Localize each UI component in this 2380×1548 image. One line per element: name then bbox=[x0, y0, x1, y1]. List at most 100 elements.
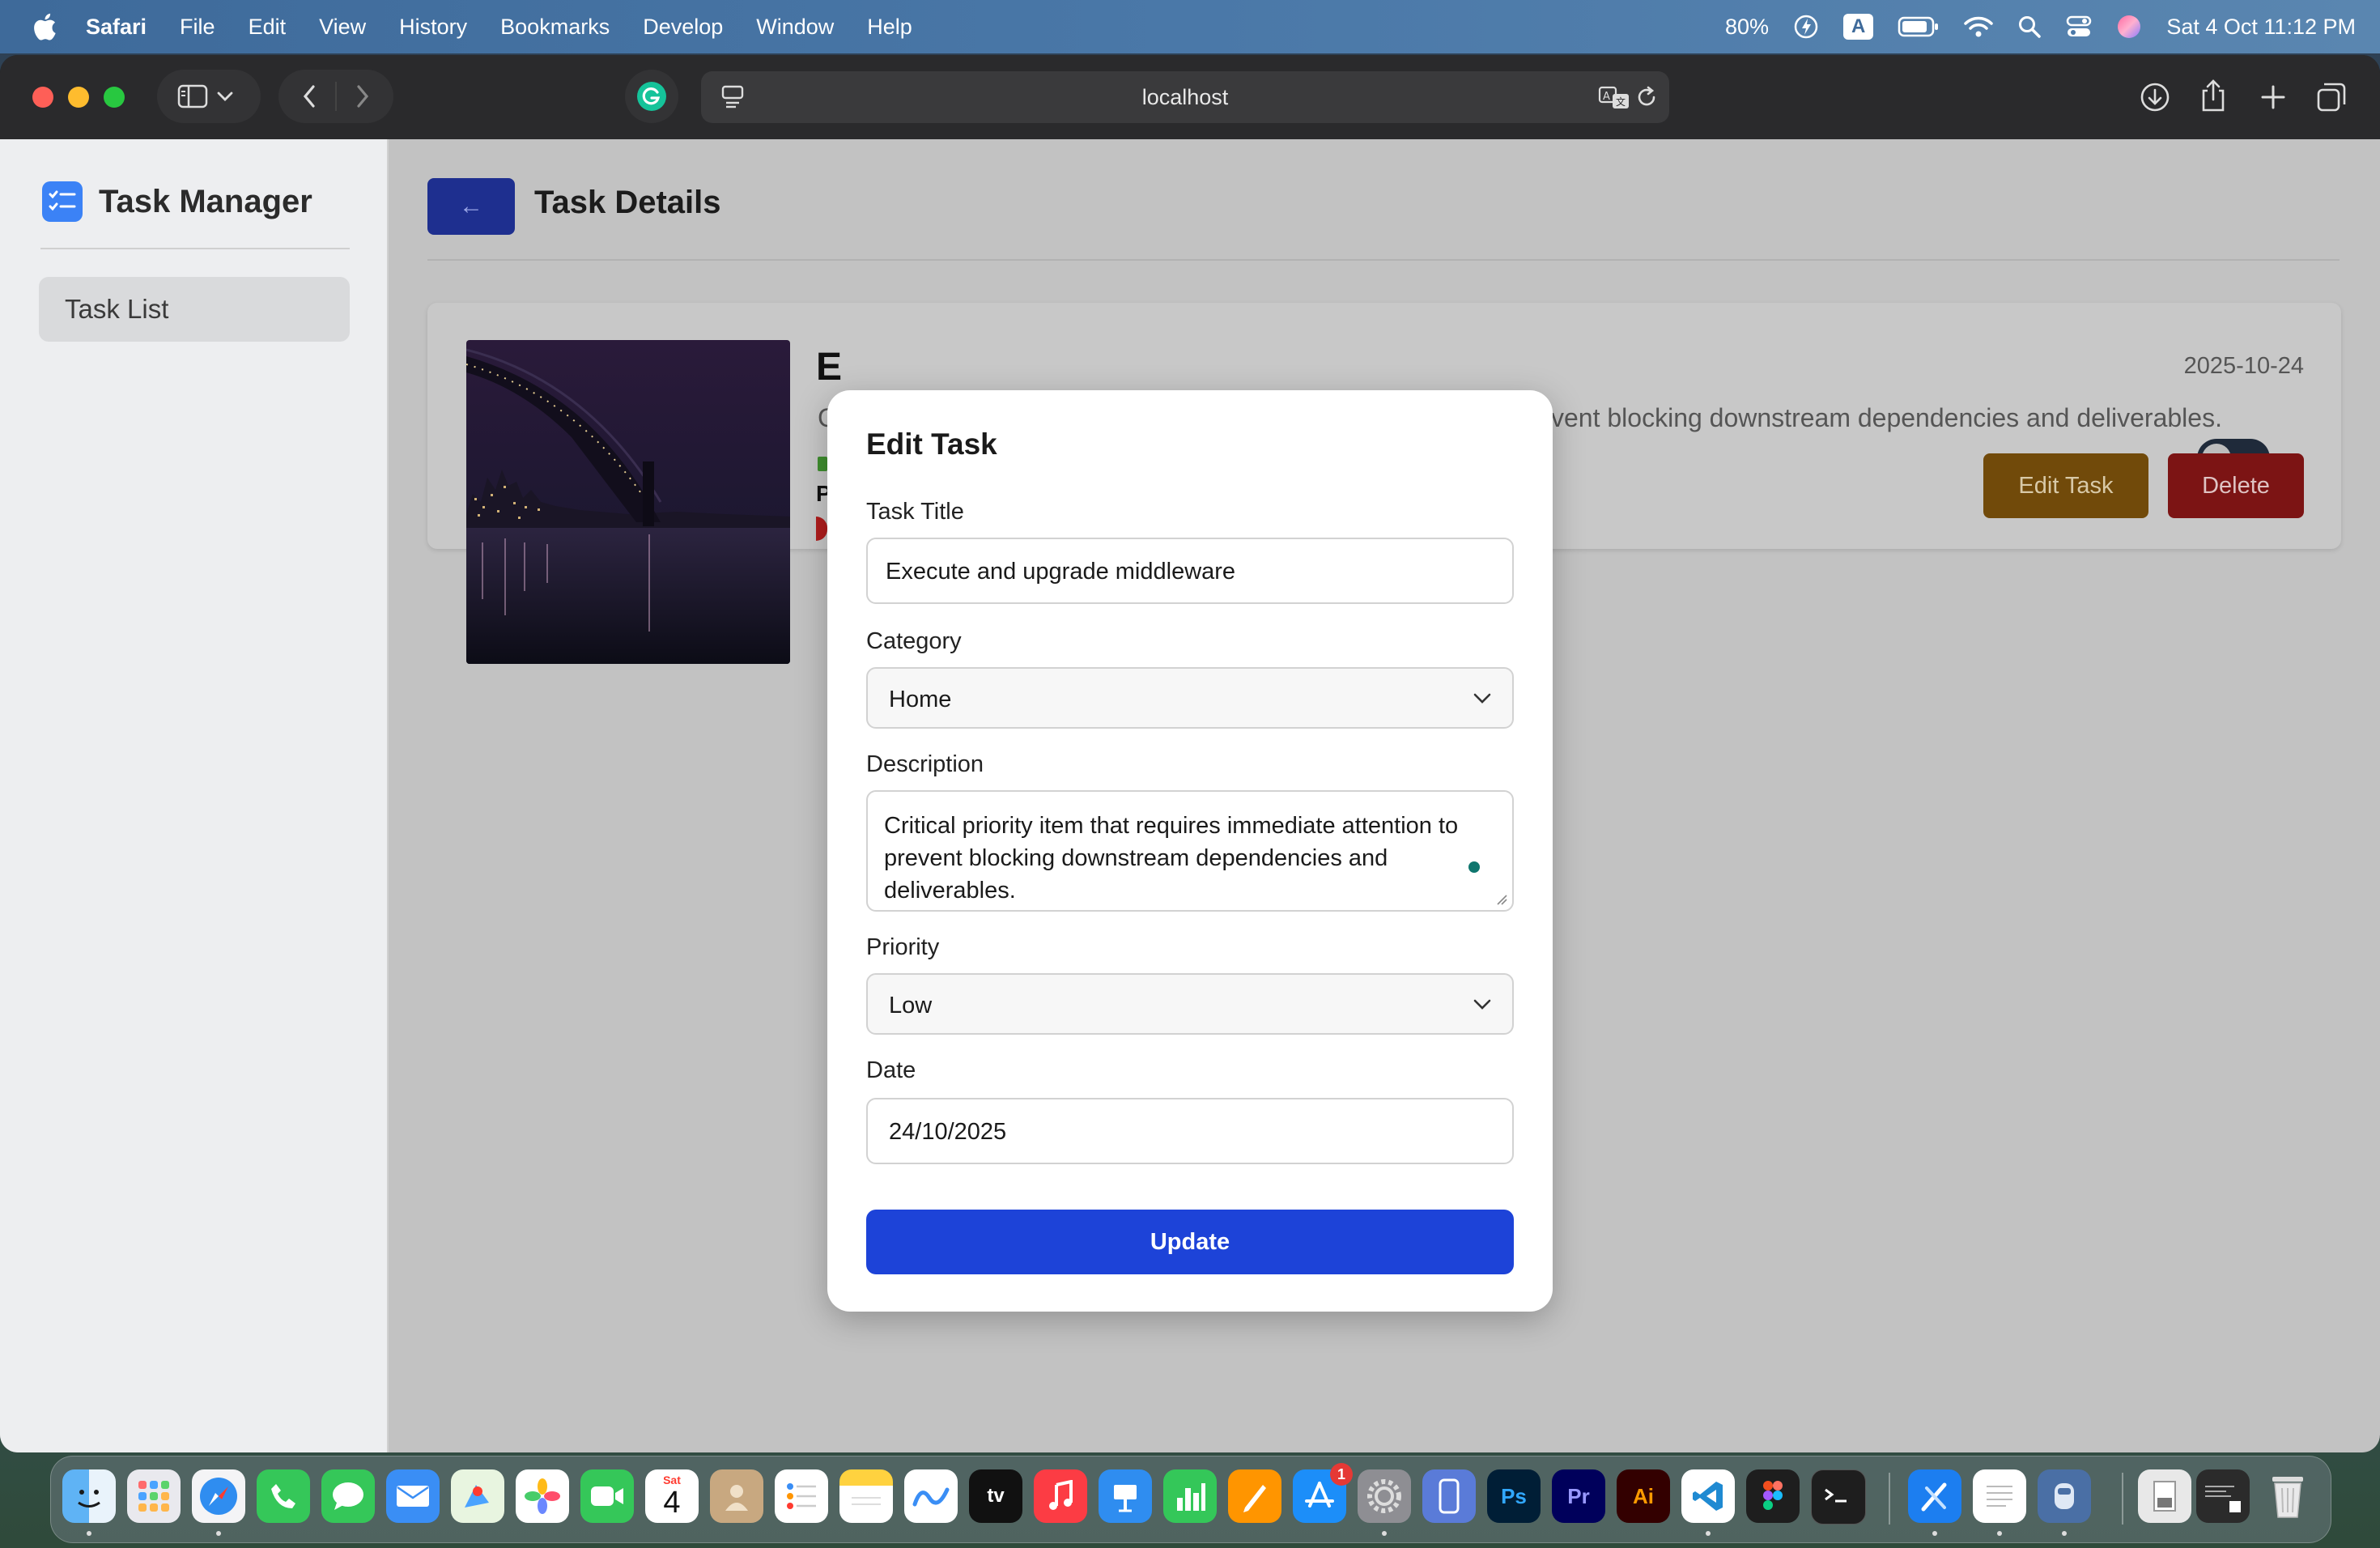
category-select[interactable]: Home bbox=[866, 667, 1514, 729]
launchpad-icon[interactable] bbox=[127, 1469, 181, 1523]
phone-icon[interactable] bbox=[257, 1469, 310, 1523]
close-window-button[interactable] bbox=[32, 87, 53, 108]
priority-label: Priority bbox=[866, 934, 940, 960]
new-tab-icon[interactable] bbox=[2257, 81, 2289, 113]
numbers-icon[interactable] bbox=[1163, 1469, 1217, 1523]
forward-icon[interactable] bbox=[346, 80, 379, 113]
description-textarea[interactable]: Critical priority item that requires imm… bbox=[866, 790, 1514, 912]
iphone-mirroring-icon[interactable] bbox=[1422, 1469, 1476, 1523]
reminders-icon[interactable] bbox=[775, 1469, 828, 1523]
apple-tv-icon[interactable]: tv bbox=[969, 1469, 1022, 1523]
svg-text:A: A bbox=[1603, 91, 1610, 103]
calendar-icon[interactable]: Sat 4 bbox=[645, 1469, 699, 1523]
textedit-icon[interactable] bbox=[1973, 1469, 2026, 1523]
header-divider bbox=[427, 259, 2340, 261]
priority-select[interactable]: Low bbox=[866, 973, 1514, 1035]
tab-overview-icon[interactable] bbox=[2315, 81, 2348, 113]
menu-develop[interactable]: Develop bbox=[643, 15, 723, 40]
running-indicator bbox=[1932, 1531, 1937, 1536]
notes-icon[interactable] bbox=[839, 1469, 893, 1523]
premiere-icon[interactable]: Pr bbox=[1552, 1469, 1605, 1523]
messages-icon[interactable] bbox=[321, 1469, 375, 1523]
category-label: Category bbox=[866, 628, 962, 654]
contacts-icon[interactable] bbox=[710, 1469, 763, 1523]
dock-separator bbox=[1889, 1473, 1890, 1525]
illustrator-icon[interactable]: Ai bbox=[1617, 1469, 1670, 1523]
minimize-window-button[interactable] bbox=[68, 87, 89, 108]
trash-icon[interactable] bbox=[2261, 1469, 2314, 1523]
menu-help[interactable]: Help bbox=[867, 15, 912, 40]
url-text: localhost bbox=[1141, 85, 1229, 109]
menu-window[interactable]: Window bbox=[756, 15, 834, 40]
task-image bbox=[466, 340, 790, 664]
music-icon[interactable] bbox=[1034, 1469, 1087, 1523]
keynote-icon[interactable] bbox=[1099, 1469, 1152, 1523]
safari-icon[interactable] bbox=[192, 1469, 245, 1523]
screenshot-thumbnail-icon[interactable] bbox=[2196, 1469, 2250, 1523]
battery-icon[interactable] bbox=[1898, 15, 1940, 38]
freeform-icon[interactable] bbox=[904, 1469, 958, 1523]
preview-icon[interactable] bbox=[2138, 1469, 2191, 1523]
menu-view[interactable]: View bbox=[319, 15, 366, 40]
edit-task-button[interactable]: Edit Task bbox=[1983, 453, 2148, 518]
figma-icon[interactable] bbox=[1746, 1469, 1800, 1523]
browser-toolbar: localhost A文 bbox=[0, 55, 2380, 139]
xcode-icon[interactable] bbox=[1908, 1469, 1961, 1523]
resize-grip-icon[interactable] bbox=[1496, 894, 1507, 905]
input-source-indicator[interactable]: A bbox=[1843, 14, 1874, 40]
sidebar-toggle-icon[interactable] bbox=[176, 80, 209, 113]
svg-text:文: 文 bbox=[1616, 96, 1626, 108]
menu-app-name[interactable]: Safari bbox=[86, 15, 147, 40]
category-value: Home bbox=[889, 687, 952, 712]
browser-window: localhost A文 Task Manager Task List ← Ta… bbox=[0, 55, 2380, 1452]
finder-icon[interactable] bbox=[62, 1469, 116, 1523]
terminal-icon[interactable] bbox=[1811, 1469, 1866, 1525]
low-power-icon[interactable] bbox=[1793, 14, 1819, 40]
app-store-icon[interactable]: 1 bbox=[1293, 1463, 1353, 1523]
date-input[interactable]: 24/10/2025 bbox=[866, 1098, 1514, 1164]
task-title-value: Execute and upgrade middleware bbox=[886, 559, 1236, 585]
update-button[interactable]: Update bbox=[866, 1210, 1514, 1274]
grammarly-extension[interactable] bbox=[625, 70, 678, 123]
share-icon[interactable] bbox=[2197, 79, 2229, 112]
menu-bookmarks[interactable]: Bookmarks bbox=[500, 15, 610, 40]
task-title-input[interactable]: Execute and upgrade middleware bbox=[866, 538, 1514, 604]
address-bar[interactable]: localhost A文 bbox=[701, 71, 1669, 123]
grammarly-status-icon[interactable] bbox=[1468, 861, 1480, 873]
utility-app-icon[interactable] bbox=[2038, 1469, 2091, 1523]
vscode-icon[interactable] bbox=[1681, 1469, 1735, 1523]
sidebar-item-task-list[interactable]: Task List bbox=[39, 277, 350, 342]
apple-icon[interactable] bbox=[32, 13, 57, 40]
sidebar-divider bbox=[40, 248, 350, 249]
pages-icon[interactable] bbox=[1228, 1469, 1281, 1523]
mail-icon[interactable] bbox=[386, 1469, 440, 1523]
wifi-icon[interactable] bbox=[1964, 15, 1994, 38]
back-button[interactable]: ← bbox=[427, 178, 515, 235]
spotlight-search-icon[interactable] bbox=[2017, 15, 2042, 39]
modal-title: Edit Task bbox=[866, 427, 997, 461]
running-indicator bbox=[2062, 1531, 2067, 1536]
menu-file[interactable]: File bbox=[180, 15, 215, 40]
clock[interactable]: Sat 4 Oct 11:12 PM bbox=[2166, 15, 2356, 40]
chevron-down-icon bbox=[1473, 693, 1491, 704]
delete-button[interactable]: Delete bbox=[2168, 453, 2304, 518]
back-icon[interactable] bbox=[293, 80, 325, 113]
photos-icon[interactable] bbox=[516, 1469, 569, 1523]
facetime-icon[interactable] bbox=[580, 1469, 634, 1523]
priority-badge-partial bbox=[816, 517, 827, 541]
translate-icon[interactable]: A文 bbox=[1598, 84, 1630, 110]
control-center-icon[interactable] bbox=[2066, 15, 2092, 39]
menu-history[interactable]: History bbox=[399, 15, 467, 40]
downloads-icon[interactable] bbox=[2139, 81, 2171, 113]
system-settings-icon[interactable] bbox=[1358, 1469, 1411, 1523]
menu-edit[interactable]: Edit bbox=[249, 15, 287, 40]
running-indicator bbox=[87, 1531, 91, 1536]
reload-icon[interactable] bbox=[1635, 86, 1658, 108]
calendar-day: 4 bbox=[663, 1486, 681, 1520]
task-title-partial: E bbox=[816, 346, 843, 389]
siri-icon[interactable] bbox=[2116, 14, 2142, 40]
photoshop-icon[interactable]: Ps bbox=[1487, 1469, 1541, 1523]
zoom-window-button[interactable] bbox=[104, 87, 125, 108]
chevron-down-icon[interactable] bbox=[209, 80, 241, 113]
maps-icon[interactable] bbox=[451, 1469, 504, 1523]
